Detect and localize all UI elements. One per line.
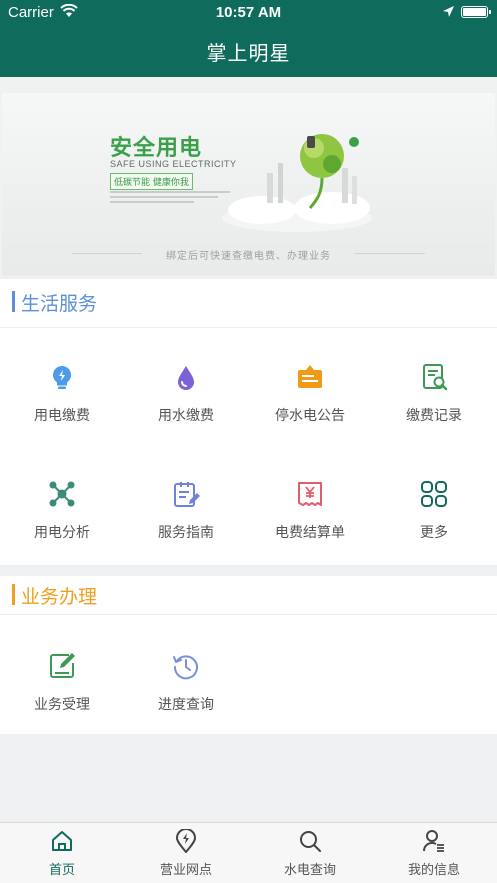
form-edit-icon bbox=[50, 653, 75, 678]
guide-edit-icon bbox=[174, 482, 200, 507]
page-title: 掌上明星 bbox=[206, 41, 291, 65]
tab-my-info[interactable]: 我的信息 bbox=[372, 823, 496, 883]
banner-headline: 安全用电 bbox=[110, 136, 203, 161]
service-bill-statement[interactable]: 电费结算单 bbox=[248, 480, 372, 560]
tab-label: 水电查询 bbox=[283, 863, 336, 878]
service-label: 进度查询 bbox=[158, 697, 214, 713]
section-header: 业务办理 bbox=[0, 576, 497, 615]
section-accent-bar bbox=[12, 584, 15, 605]
section-header: 生活服务 bbox=[0, 279, 497, 328]
life-services-section: 生活服务 用电缴费 用水缴费 停水电公告 缴费记录 用电分析 服务指南 电费结算… bbox=[0, 279, 497, 565]
app-header: Carrier 10:57 AM 掌上明星 bbox=[0, 0, 497, 77]
tab-utility-query[interactable]: 水电查询 bbox=[248, 823, 372, 883]
promo-banner[interactable]: 安全用电 SAFE USING ELECTRICITY 低碳节能 健康你我 绑定… bbox=[0, 77, 497, 276]
grid-more-icon bbox=[421, 481, 447, 507]
banner-fine-print bbox=[110, 191, 230, 211]
search-document-icon bbox=[423, 364, 448, 391]
section-accent-bar bbox=[12, 291, 15, 312]
user-list-icon bbox=[422, 830, 444, 852]
tab-label: 我的信息 bbox=[407, 863, 460, 878]
battery-tip bbox=[489, 10, 491, 14]
location-arrow-icon bbox=[443, 6, 454, 17]
service-more[interactable]: 更多 bbox=[372, 480, 496, 560]
status-bar: Carrier 10:57 AM bbox=[0, 0, 497, 26]
business-progress-query[interactable]: 进度查询 bbox=[124, 652, 248, 732]
yuan-receipt-icon bbox=[298, 482, 322, 506]
water-drop-icon bbox=[178, 366, 194, 390]
service-label: 用水缴费 bbox=[158, 408, 214, 424]
service-label: 缴费记录 bbox=[406, 408, 462, 424]
search-icon bbox=[300, 831, 321, 852]
service-label: 业务受理 bbox=[34, 697, 90, 713]
service-label: 电费结算单 bbox=[275, 525, 345, 541]
service-label: 用电分析 bbox=[34, 525, 90, 541]
section-title: 生活服务 bbox=[21, 293, 98, 315]
location-bolt-icon bbox=[175, 829, 197, 853]
service-label: 更多 bbox=[420, 525, 448, 541]
service-label: 停水电公告 bbox=[275, 408, 345, 424]
service-electricity-payment[interactable]: 用电缴费 bbox=[0, 363, 124, 443]
service-label: 用电缴费 bbox=[34, 408, 90, 424]
section-title: 业务办理 bbox=[21, 586, 98, 608]
tab-service-outlets[interactable]: 营业网点 bbox=[124, 823, 248, 883]
battery-icon bbox=[461, 6, 488, 18]
history-clock-icon bbox=[173, 655, 198, 680]
bottom-tab-bar: 首页 营业网点 水电查询 我的信息 bbox=[0, 822, 497, 883]
banner-caption: 绑定后可快速查缴电费、办理业务 bbox=[166, 251, 331, 262]
status-time: 10:57 AM bbox=[215, 4, 282, 21]
banner-tag: 低碳节能 健康你我 bbox=[110, 173, 193, 190]
notice-board-icon bbox=[298, 365, 322, 388]
tab-home[interactable]: 首页 bbox=[0, 823, 124, 883]
lightbulb-icon bbox=[52, 365, 72, 389]
home-icon bbox=[52, 831, 72, 851]
service-payment-records[interactable]: 缴费记录 bbox=[372, 363, 496, 443]
business-section: 业务办理 业务受理 进度查询 bbox=[0, 576, 497, 734]
service-label: 服务指南 bbox=[158, 525, 214, 541]
network-nodes-icon bbox=[49, 481, 75, 507]
business-application[interactable]: 业务受理 bbox=[0, 652, 124, 732]
tab-label: 首页 bbox=[48, 863, 75, 878]
tab-label: 营业网点 bbox=[159, 863, 212, 878]
service-outage-notice[interactable]: 停水电公告 bbox=[248, 363, 372, 443]
service-usage-analysis[interactable]: 用电分析 bbox=[0, 480, 124, 560]
service-guide[interactable]: 服务指南 bbox=[124, 480, 248, 560]
service-water-payment[interactable]: 用水缴费 bbox=[124, 363, 248, 443]
eco-plug-illustration bbox=[222, 134, 372, 232]
banner-subtitle: SAFE USING ELECTRICITY bbox=[110, 159, 237, 169]
